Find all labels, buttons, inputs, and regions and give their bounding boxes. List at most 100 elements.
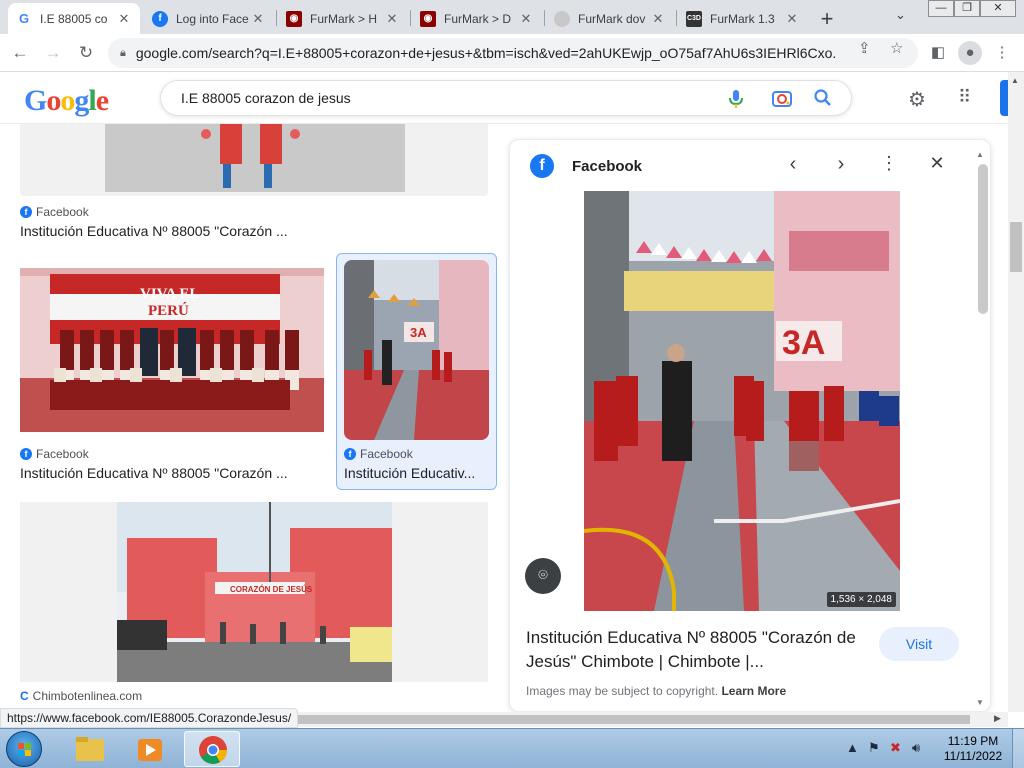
next-image-button[interactable]: › xyxy=(828,153,854,176)
taskbar-file-explorer[interactable] xyxy=(62,731,118,767)
profile-avatar-icon[interactable]: ● xyxy=(958,41,982,65)
scroll-right-arrow-icon[interactable]: ▶ xyxy=(994,713,1001,724)
close-icon[interactable]: ✕ xyxy=(784,11,800,27)
lens-search-button[interactable]: ⌾ xyxy=(525,558,561,594)
minimize-button[interactable]: — xyxy=(928,0,954,17)
tab-facebook-login[interactable]: f Log into Face ✕ xyxy=(144,3,274,34)
tab-separator xyxy=(410,10,411,26)
back-arrow-icon[interactable]: ← xyxy=(8,41,32,65)
result-thumbnail-group-photo[interactable]: VIVA EL PERÚ xyxy=(20,268,324,432)
preview-scrollbar[interactable]: ▲ ▼ xyxy=(976,150,990,710)
result-title[interactable]: Institución Educativ... xyxy=(344,465,484,481)
close-icon[interactable]: ✕ xyxy=(650,11,666,27)
result-title[interactable]: Institución Educativa Nº 88005 "Corazón … xyxy=(20,465,320,481)
result-source[interactable]: f Facebook xyxy=(20,447,89,461)
close-icon[interactable]: ✕ xyxy=(116,11,132,27)
new-tab-button[interactable]: + xyxy=(815,6,839,32)
result-source[interactable]: C Chimbotenlinea.com xyxy=(20,689,142,703)
preview-scroll-thumb[interactable] xyxy=(978,164,988,314)
tab-google-images[interactable]: G I.E 88005 co ✕ xyxy=(8,3,140,34)
status-bar-url: https://www.facebook.com/IE88005.Corazon… xyxy=(0,708,299,728)
show-hidden-icons[interactable]: ▲ xyxy=(846,740,859,755)
apps-grid-icon[interactable]: ⠿ xyxy=(958,87,971,108)
google-header: Google I.E 88005 corazon de jesus ⚙ ⠿ xyxy=(0,72,1008,124)
lock-icon: 🔒︎ xyxy=(120,46,126,59)
copyright-notice: Images may be subject to copyright. Lear… xyxy=(526,684,786,698)
microphone-icon[interactable] xyxy=(727,88,745,110)
address-bar[interactable]: 🔒︎ google.com/search?q=I.E+88005+corazon… xyxy=(108,38,918,68)
page-vertical-scrollbar[interactable]: ▲ xyxy=(1008,72,1024,712)
preview-title[interactable]: Institución Educativa Nº 88005 "Corazón … xyxy=(526,626,872,674)
result-thumbnail-courtyard[interactable]: 3A xyxy=(344,260,489,440)
bookmark-star-icon[interactable]: ☆ xyxy=(890,39,903,57)
facebook-icon: f xyxy=(20,448,32,460)
result-source[interactable]: f Facebook xyxy=(344,447,413,461)
side-panel-icon[interactable]: ◧ xyxy=(926,41,950,65)
facebook-icon: f xyxy=(344,448,356,460)
close-icon[interactable]: ✕ xyxy=(518,11,534,27)
preview-image[interactable]: 3A 1,536 × 2,048 xyxy=(584,191,900,611)
window-close-button[interactable]: ✕ xyxy=(980,0,1016,17)
media-player-icon xyxy=(138,739,162,761)
sign-in-button-edge[interactable] xyxy=(1000,80,1008,116)
search-icon[interactable] xyxy=(813,88,833,108)
close-icon[interactable]: ✕ xyxy=(384,11,400,27)
horizontal-scroll-thumb[interactable] xyxy=(290,715,970,724)
scroll-down-arrow-icon[interactable]: ▼ xyxy=(976,698,984,707)
tab-furmark-d[interactable]: ◉ FurMark > D ✕ xyxy=(412,3,542,34)
more-options-icon[interactable]: ⋮ xyxy=(876,153,902,174)
logo-letter: e xyxy=(95,84,109,117)
google-doodle-logo[interactable]: Google xyxy=(24,84,109,118)
clock-date: 11/11/2022 xyxy=(943,749,1003,763)
image-dimensions: 1,536 × 2,048 xyxy=(826,592,896,607)
result-title[interactable]: Institución Educativa Nº 88005 "Corazón … xyxy=(20,223,480,239)
search-query[interactable]: I.E 88005 corazon de jesus xyxy=(181,90,351,106)
start-button[interactable] xyxy=(6,731,42,767)
result-thumbnail-school-building[interactable]: CORAZÓN DE JESÚS xyxy=(20,502,488,682)
page-scroll-thumb[interactable] xyxy=(1010,222,1022,272)
search-box[interactable]: I.E 88005 corazon de jesus xyxy=(160,80,852,116)
network-icon[interactable]: ✖ xyxy=(890,740,901,756)
previous-image-button[interactable]: ‹ xyxy=(780,153,806,176)
tab-title: FurMark 1.3 xyxy=(710,11,775,26)
show-desktop-button[interactable] xyxy=(1012,729,1024,768)
logo-letter: o xyxy=(60,84,75,117)
scroll-up-arrow-icon[interactable]: ▲ xyxy=(976,150,984,159)
tab-furmark-version[interactable]: C3D FurMark 1.3 ✕ xyxy=(678,3,808,34)
tab-search-dropdown-icon[interactable]: ⌄ xyxy=(895,7,906,23)
forward-arrow-icon[interactable]: → xyxy=(41,41,65,65)
scroll-up-arrow-icon[interactable]: ▲ xyxy=(1011,76,1019,85)
maximize-button[interactable]: ❐ xyxy=(954,0,980,17)
banner-peru-text: PERÚ xyxy=(148,302,189,319)
preview-source[interactable]: f Facebook xyxy=(530,154,642,178)
taskbar-chrome[interactable] xyxy=(184,731,240,767)
learn-more-link[interactable]: Learn More xyxy=(721,684,786,698)
browser-menu-icon[interactable]: ⋮ xyxy=(990,41,1014,65)
logo-letter: g xyxy=(74,84,89,117)
result-thumbnail-cartoon[interactable] xyxy=(20,124,488,196)
chimbotenlinea-icon: C xyxy=(20,689,29,703)
tab-separator xyxy=(276,10,277,26)
google-lens-icon[interactable] xyxy=(771,88,793,110)
settings-gear-icon[interactable]: ⚙ xyxy=(908,87,926,112)
chrome-icon xyxy=(199,736,227,764)
windows-logo-icon xyxy=(18,743,31,756)
visit-button[interactable]: Visit xyxy=(879,627,959,661)
share-icon[interactable]: ⇪ xyxy=(858,39,871,57)
tab-furmark-h[interactable]: ◉ FurMark > H ✕ xyxy=(278,3,408,34)
taskbar-media-player[interactable] xyxy=(122,731,178,767)
volume-icon[interactable]: 🔊︎ xyxy=(912,740,920,756)
furmark-icon: ◉ xyxy=(420,10,436,27)
close-preview-button[interactable]: ✕ xyxy=(924,153,950,174)
close-icon[interactable]: ✕ xyxy=(250,11,266,27)
system-clock[interactable]: 11:19 PM 11/11/2022 xyxy=(938,734,1008,764)
banner-viva-text: VIVA EL xyxy=(140,286,199,302)
reload-icon[interactable]: ↻ xyxy=(74,41,98,65)
tab-title: Log into Face xyxy=(176,11,249,26)
url-text[interactable]: google.com/search?q=I.E+88005+corazon+de… xyxy=(136,45,836,61)
image-results-grid: f Facebook Institución Educativa Nº 8800… xyxy=(0,124,500,710)
tab-furmark-download[interactable]: FurMark dov ✕ xyxy=(546,3,674,34)
tab-separator xyxy=(676,10,677,26)
result-source[interactable]: f Facebook xyxy=(20,205,89,219)
action-center-icon[interactable]: ⚑ xyxy=(868,740,880,756)
